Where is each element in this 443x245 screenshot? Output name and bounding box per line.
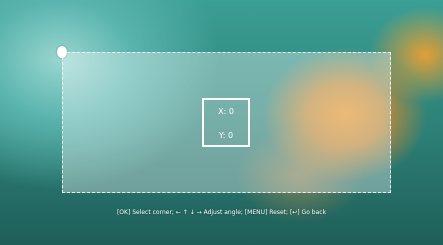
corner-handle-icon[interactable] xyxy=(57,46,67,58)
coordinate-box: X: 0 Y: 0 xyxy=(202,98,250,147)
instructions-hint: [OK] Select corner; ← ↑ ↓ → Adjust angle… xyxy=(116,209,327,216)
coordinate-y: Y: 0 xyxy=(218,131,234,140)
coordinate-x: X: 0 xyxy=(218,107,234,116)
